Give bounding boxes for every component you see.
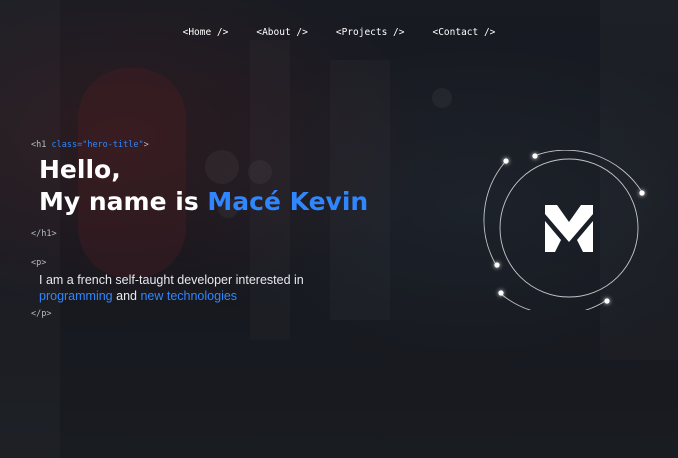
nav-contact-link[interactable]: <Contact /> [432,27,495,38]
nav-projects-link[interactable]: <Projects /> [336,27,405,38]
h1-open-tag: <h1 class="hero-title"> [31,140,149,150]
orbit-dot [639,190,645,196]
logo-orbit [483,150,645,310]
hero-title: Hello, My name is Macé Kevin [39,154,368,218]
p-close-tag: </p> [31,309,52,319]
page: <Home /> <About /> <Projects /> <Contact… [0,0,678,458]
new-technologies-link[interactable]: new technologies [140,289,237,303]
hero-name-prefix: My name is [39,187,208,216]
orbit-dot [604,298,610,304]
nav-about-link[interactable]: <About /> [256,27,307,38]
hero-description-and: and [112,288,141,303]
orbit-dot [498,290,504,296]
m-logo-icon [545,205,593,252]
bottom-orbit-arc [500,293,608,310]
hero-description-line1: I am a french self-taught developer inte… [39,273,304,287]
h1-attr-name: class= [51,140,83,150]
orbit-dot [494,262,500,268]
h1-close-tag: </h1> [31,229,57,239]
h1-tag-name: <h1 [31,140,47,150]
programming-link[interactable]: programming [39,289,113,303]
h1-attr-value: "hero-title" [82,140,144,150]
h1-tag-close: > [143,140,149,150]
nav-home-link[interactable]: <Home /> [183,27,229,38]
orbit-dot [503,158,509,164]
orbit-dot [532,153,538,159]
main-nav: <Home /> <About /> <Projects /> <Contact… [0,27,678,38]
hero-greeting: Hello, [39,155,121,184]
hero-name: Macé Kevin [207,187,369,216]
p-open-tag: <p> [31,258,47,268]
top-orbit-arc [533,150,643,193]
hero-description: I am a french self-taught developer inte… [39,273,304,304]
